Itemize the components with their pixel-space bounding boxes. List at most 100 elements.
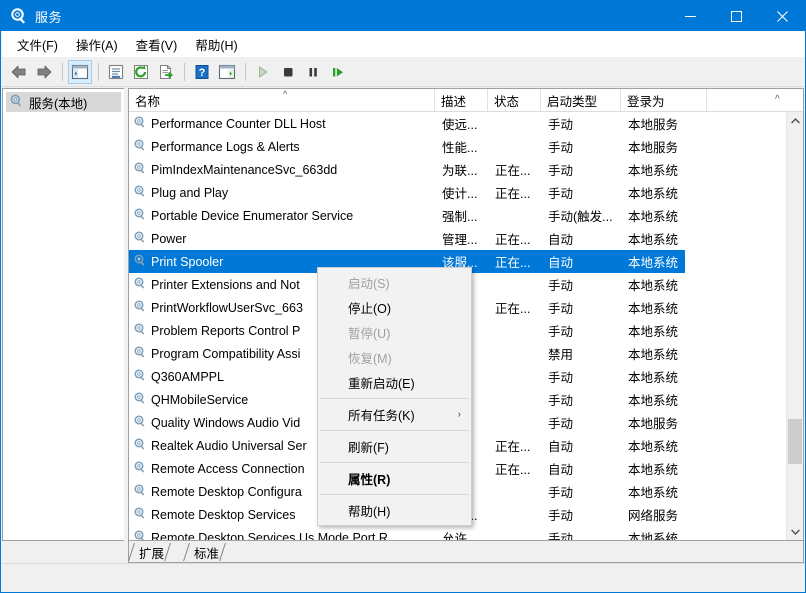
service-name-label: Portable Device Enumerator Service xyxy=(151,208,354,223)
column-header-name[interactable]: 名称 ^ xyxy=(129,89,435,111)
cell-startup-type: 手动(触发... xyxy=(548,210,613,224)
menu-view[interactable]: 查看(V) xyxy=(127,32,187,57)
cell-state: 正在... xyxy=(495,256,531,270)
service-name-label: Printer Extensions and Not xyxy=(151,277,300,292)
cell-log-on-as: 本地系统 xyxy=(628,394,679,408)
toolbar: ? xyxy=(2,57,805,87)
action-pane-icon[interactable] xyxy=(215,60,239,84)
cell-state xyxy=(492,273,544,296)
close-button[interactable] xyxy=(759,1,805,31)
cell-log-on-as: 网络服务 xyxy=(628,509,679,523)
cell-log-on-as: 本地系统 xyxy=(628,440,679,454)
sort-ascending-icon: ^ xyxy=(283,89,288,99)
service-gear-icon xyxy=(133,391,147,408)
ctx-all-tasks[interactable]: 所有任务(K) › xyxy=(318,402,471,427)
pause-icon[interactable] xyxy=(301,60,325,84)
context-menu-separator xyxy=(320,398,469,399)
column-header-name-label: 名称 xyxy=(135,94,161,109)
tab-extended[interactable]: 扩展 xyxy=(128,542,171,562)
column-header-startup[interactable]: 启动类型 xyxy=(541,89,621,111)
cell-state xyxy=(492,342,544,365)
question-mark-icon[interactable]: ? xyxy=(190,60,214,84)
table-row[interactable]: Plug and Play 使计... 正在... 手动 本地系统 xyxy=(129,181,787,204)
refresh-icon[interactable] xyxy=(129,60,153,84)
menu-file[interactable]: 文件(F) xyxy=(8,32,67,57)
service-name-label: PrintWorkflowUserSvc_663 xyxy=(151,300,303,315)
cell-description: 使远... xyxy=(442,118,478,132)
cell-log-on-as: 本地系统 xyxy=(628,348,679,362)
stop-icon[interactable] xyxy=(276,60,300,84)
ctx-restart[interactable]: 重新启动(E) xyxy=(318,370,471,395)
restart-icon[interactable] xyxy=(326,60,350,84)
cell-service-name: Remote Desktop Services Us Mode Port R xyxy=(133,526,435,540)
scroll-up-button[interactable] xyxy=(787,112,803,129)
cell-state: 正在... xyxy=(495,302,531,316)
cell-state xyxy=(492,411,544,434)
cell-description: 性能... xyxy=(442,141,478,155)
column-header-state[interactable]: 状态 xyxy=(488,89,541,111)
service-name-label: Realtek Audio Universal Ser xyxy=(151,438,307,453)
tree-node-services-local[interactable]: 服务(本地) xyxy=(6,92,121,112)
tab-standard[interactable]: 标准 xyxy=(183,542,226,562)
column-header-description[interactable]: 描述 xyxy=(435,89,488,111)
export-list-icon[interactable] xyxy=(154,60,178,84)
cell-description: 管理... xyxy=(442,233,478,247)
cell-state: 正在... xyxy=(495,164,531,178)
cell-state xyxy=(492,112,544,135)
ctx-stop[interactable]: 停止(O) xyxy=(318,295,471,320)
service-gear-icon xyxy=(133,414,147,431)
window-controls xyxy=(667,1,805,31)
service-name-label: Power xyxy=(151,231,187,246)
table-row[interactable]: Remote Desktop Services Us Mode Port R 允许… xyxy=(129,526,787,540)
cell-state: 正在... xyxy=(495,440,531,454)
cell-state: 正在... xyxy=(495,233,531,247)
table-row[interactable]: Portable Device Enumerator Service 强制... 手… xyxy=(129,204,787,227)
cell-state xyxy=(492,319,544,342)
ctx-properties[interactable]: 属性(R) xyxy=(318,466,471,491)
table-row[interactable]: Power 管理... 正在... 自动 本地系统 xyxy=(129,227,787,250)
context-menu[interactable]: 启动(S) 停止(O) 暂停(U) 恢复(M) 重新启动(E) 所有任务(K) › 刷新(F)… xyxy=(317,267,472,526)
menu-help[interactable]: 帮助(H) xyxy=(186,32,246,57)
service-gear-icon xyxy=(133,368,147,385)
properties-icon[interactable] xyxy=(104,60,128,84)
service-name-label: Program Compatibility Assi xyxy=(151,346,301,361)
forward-button[interactable] xyxy=(32,60,56,84)
maximize-button[interactable] xyxy=(713,1,759,31)
scroll-down-button[interactable] xyxy=(787,523,803,540)
scrollbar-thumb[interactable] xyxy=(788,419,802,464)
cell-startup-type: 手动 xyxy=(548,279,574,293)
cell-log-on-as: 本地系统 xyxy=(628,187,679,201)
service-gear-icon xyxy=(133,115,147,132)
ctx-help[interactable]: 帮助(H) xyxy=(318,498,471,523)
play-icon[interactable] xyxy=(251,60,275,84)
column-header-logon[interactable]: 登录为 xyxy=(621,89,707,111)
service-gear-icon xyxy=(133,483,147,500)
cell-log-on-as: 本地系统 xyxy=(628,302,679,316)
cell-state xyxy=(492,204,544,227)
table-row[interactable]: Performance Counter DLL Host 使远... 手动 本地服务 xyxy=(129,112,787,135)
back-button[interactable] xyxy=(7,60,31,84)
cell-state xyxy=(492,526,544,540)
table-row[interactable]: PimIndexMaintenanceSvc_663dd 为联... 正在... 手动… xyxy=(129,158,787,181)
cell-description: 为联... xyxy=(442,164,478,178)
service-gear-icon xyxy=(133,506,147,523)
toolbar-separator xyxy=(98,62,99,81)
cell-service-name: Portable Device Enumerator Service xyxy=(133,204,435,227)
cell-state: 正在... xyxy=(495,463,531,477)
window-title: 服务 xyxy=(35,9,63,25)
cell-log-on-as: 本地系统 xyxy=(628,371,679,385)
minimize-button[interactable] xyxy=(667,1,713,31)
vertical-scrollbar[interactable] xyxy=(786,112,803,540)
cell-state xyxy=(492,365,544,388)
console-tree-pane: 服务(本地) xyxy=(2,88,124,541)
ctx-restart-label: 重新启动(E) xyxy=(348,377,415,391)
table-row[interactable]: Performance Logs & Alerts 性能... 手动 本地服务 xyxy=(129,135,787,158)
service-gear-icon xyxy=(133,207,147,224)
cell-log-on-as: 本地系统 xyxy=(628,532,679,540)
ctx-refresh[interactable]: 刷新(F) xyxy=(318,434,471,459)
console-tree-icon[interactable] xyxy=(68,59,92,84)
menu-action[interactable]: 操作(A) xyxy=(67,32,127,57)
service-name-label: Plug and Play xyxy=(151,185,229,200)
cell-log-on-as: 本地系统 xyxy=(628,164,679,178)
toolbar-separator xyxy=(245,62,246,81)
